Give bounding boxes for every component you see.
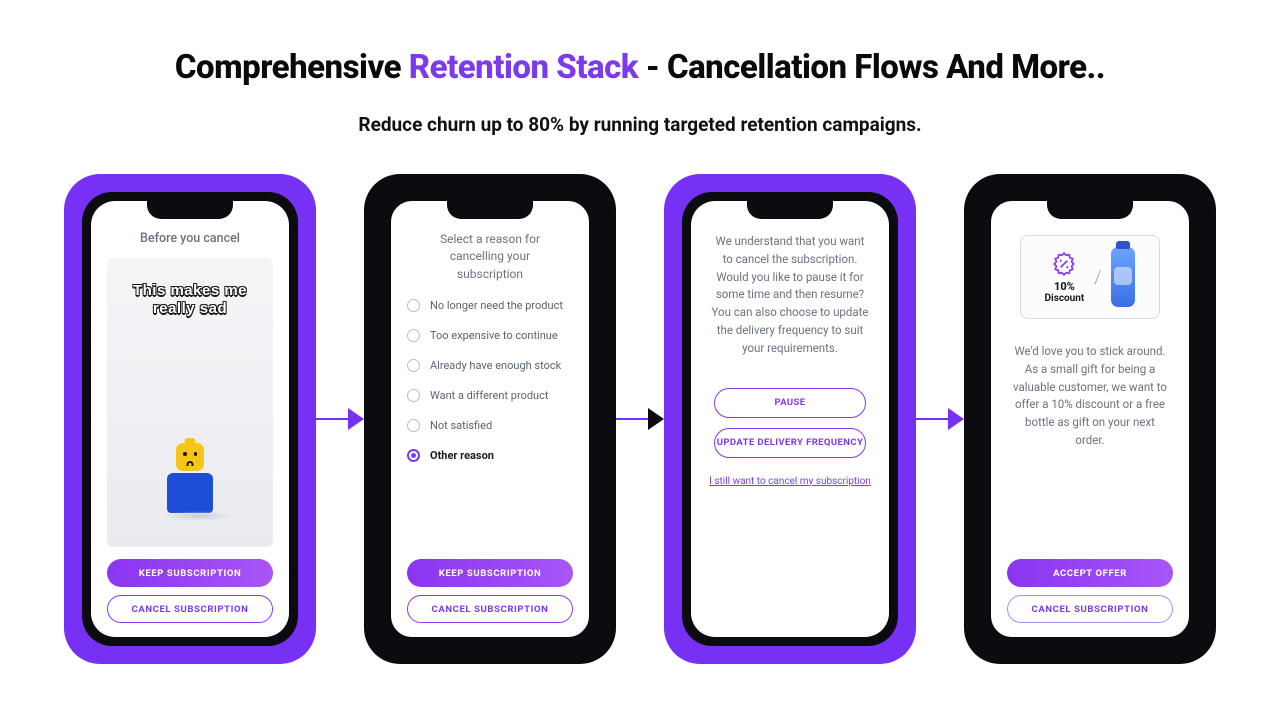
update-frequency-button[interactable]: UPDATE DELIVERY FREQUENCY xyxy=(714,428,867,458)
accept-offer-button[interactable]: ACCEPT OFFER xyxy=(1007,559,1173,587)
radio-icon xyxy=(407,419,420,432)
reason-option[interactable]: Already have enough stock xyxy=(407,359,573,372)
cancel-subscription-button[interactable]: CANCEL SUBSCRIPTION xyxy=(407,595,573,623)
slash-divider-icon: / xyxy=(1094,267,1101,288)
arrow-2 xyxy=(616,408,664,430)
arrow-1 xyxy=(316,408,364,430)
reason-label: Other reason xyxy=(430,449,494,462)
meme-image: This makes mereally sad xyxy=(107,258,273,547)
card2-title: Select a reason for cancelling your subs… xyxy=(407,231,573,283)
phone-4: 10%Discount / We'd love you to stick aro… xyxy=(982,192,1198,646)
cancel-subscription-button[interactable]: CANCEL SUBSCRIPTION xyxy=(107,595,273,623)
reason-option[interactable]: Other reason xyxy=(407,449,573,462)
card-1-frame: Before you cancel This makes mereally sa… xyxy=(64,174,316,664)
reason-label: Already have enough stock xyxy=(430,359,561,372)
card-4-frame: 10%Discount / We'd love you to stick aro… xyxy=(964,174,1216,664)
card4-paragraph: We'd love you to stick around. As a smal… xyxy=(1007,341,1173,452)
pause-button[interactable]: PAUSE xyxy=(714,388,867,418)
arrow-right-icon xyxy=(348,408,364,430)
card-3-frame: We understand that you want to cancel th… xyxy=(664,174,916,664)
arrow-3 xyxy=(916,408,964,430)
headline-post: - Cancellation Flows And More.. xyxy=(638,48,1105,87)
reason-label: Want a different product xyxy=(430,389,548,402)
keep-subscription-button[interactable]: KEEP SUBSCRIPTION xyxy=(107,559,273,587)
lego-figure-icon xyxy=(163,443,217,521)
phone-1: Before you cancel This makes mereally sa… xyxy=(82,192,298,646)
reason-option[interactable]: Want a different product xyxy=(407,389,573,402)
discount-badge: 10%Discount xyxy=(1045,251,1085,304)
reason-option[interactable]: Too expensive to continue xyxy=(407,329,573,342)
radio-icon xyxy=(407,449,420,462)
headline-accent: Retention Stack xyxy=(409,48,638,87)
phone-3: We understand that you want to cancel th… xyxy=(682,192,898,646)
still-cancel-link[interactable]: I still want to cancel my subscription xyxy=(709,476,871,487)
card1-title: Before you cancel xyxy=(107,231,273,246)
arrow-right-icon xyxy=(948,408,964,430)
reason-option[interactable]: Not satisfied xyxy=(407,419,573,432)
meme-caption: This makes mereally sad xyxy=(133,282,247,318)
bottle-icon xyxy=(1111,247,1135,307)
radio-icon xyxy=(407,359,420,372)
offer-box: 10%Discount / xyxy=(1020,235,1160,319)
phone-notch-icon xyxy=(1047,201,1133,219)
cancel-subscription-button[interactable]: CANCEL SUBSCRIPTION xyxy=(1007,595,1173,623)
card3-paragraph: We understand that you want to cancel th… xyxy=(707,231,873,360)
reason-label: No longer need the product xyxy=(430,299,563,312)
phone-notch-icon xyxy=(747,201,833,219)
radio-icon xyxy=(407,299,420,312)
discount-star-icon xyxy=(1051,251,1077,277)
reason-option[interactable]: No longer need the product xyxy=(407,299,573,312)
card-2-frame: Select a reason for cancelling your subs… xyxy=(364,174,616,664)
phone-2: Select a reason for cancelling your subs… xyxy=(382,192,598,646)
phone-notch-icon xyxy=(447,201,533,219)
headline-pre: Comprehensive xyxy=(175,48,409,87)
radio-icon xyxy=(407,389,420,402)
phone-notch-icon xyxy=(147,201,233,219)
radio-icon xyxy=(407,329,420,342)
keep-subscription-button[interactable]: KEEP SUBSCRIPTION xyxy=(407,559,573,587)
reason-label: Too expensive to continue xyxy=(430,329,558,342)
reason-radio-group: No longer need the product Too expensive … xyxy=(407,299,573,462)
reason-label: Not satisfied xyxy=(430,419,492,432)
cards-row: Before you cancel This makes mereally sa… xyxy=(60,174,1220,664)
subheadline: Reduce churn up to 80% by running target… xyxy=(60,113,1220,136)
arrow-right-icon xyxy=(648,408,664,430)
headline: Comprehensive Retention Stack - Cancella… xyxy=(60,48,1220,87)
